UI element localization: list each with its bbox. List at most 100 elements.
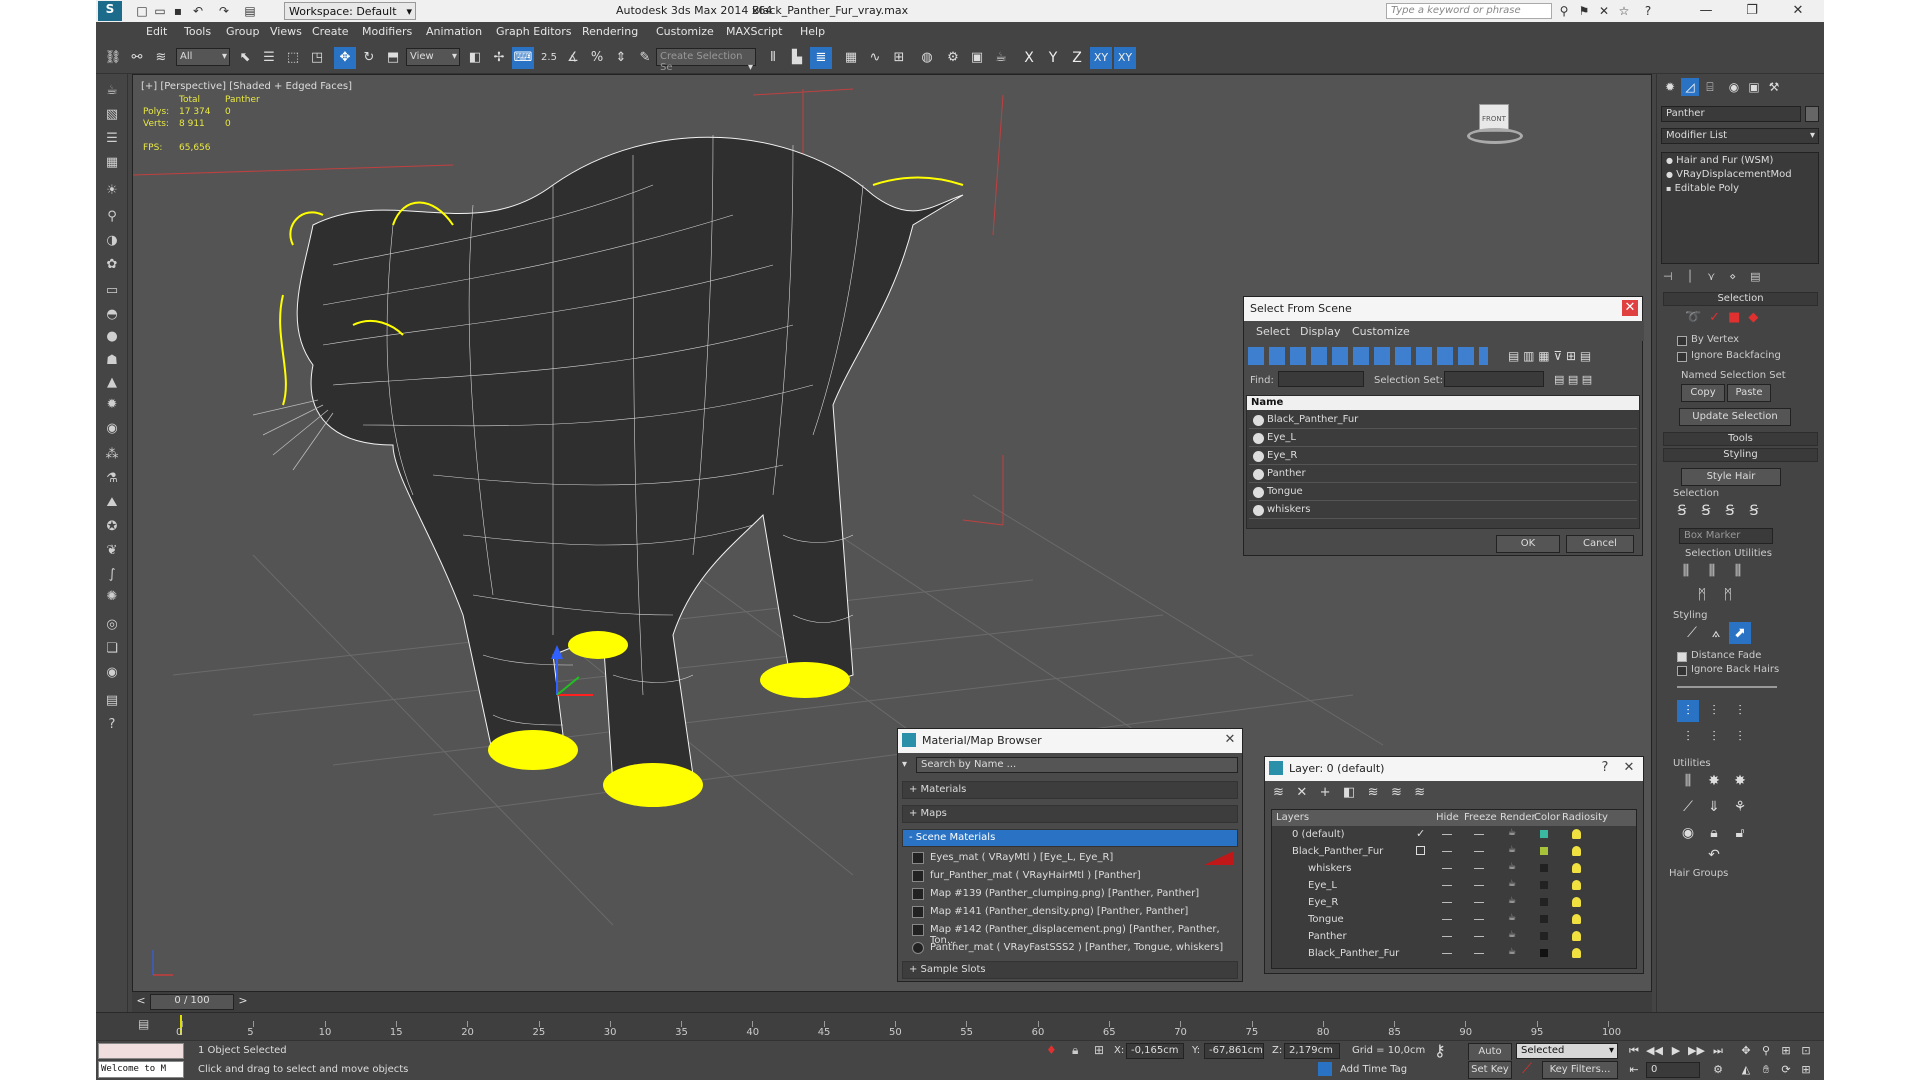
unlock-icon[interactable]: 🔓︎ (1729, 822, 1751, 844)
z-coordinate-field[interactable]: 2,179cm (1284, 1043, 1340, 1059)
layer-row[interactable]: Eye_L ☕ (1272, 877, 1636, 894)
layer-row[interactable]: Black_Panther_Fur ☕ (1272, 945, 1636, 962)
show-hidden-icon[interactable]: ᛗ (1717, 584, 1739, 606)
help-icon[interactable]: ? (1640, 3, 1656, 19)
help-search-input[interactable]: Type a keyword or phrase (1386, 3, 1552, 19)
list-item[interactable]: Eye_L (1249, 430, 1637, 447)
list-item[interactable]: Eyes_mat ( VRayMtl ) [Eye_L, Eye_R] (912, 849, 1234, 867)
display-tab-icon[interactable]: ▣ (1745, 78, 1763, 96)
stack-item[interactable]: ● Hair and Fur (WSM) (1666, 155, 1773, 166)
pop-zero-icon[interactable]: ✸ (1729, 770, 1751, 792)
selection-set-tools[interactable]: ▤ ▤ ▤ (1554, 373, 1592, 386)
layer-row[interactable]: Tongue ☕ (1272, 911, 1636, 928)
render-icon[interactable]: ☕ (1508, 828, 1516, 838)
layer-row[interactable]: Eye_R ☕ (1272, 894, 1636, 911)
curve-icon[interactable]: ∫ (100, 564, 124, 586)
selection-rollout[interactable]: Selection (1663, 292, 1818, 306)
project-folder-icon[interactable]: ▤ (242, 3, 258, 19)
select-hair-icon[interactable]: Ꞩ (1695, 500, 1717, 522)
render-teapot-icon[interactable]: ☕ (990, 47, 1012, 69)
hide-selected-icon[interactable]: ᛗ (1691, 584, 1713, 606)
dynamics-icon[interactable]: ⚗ (100, 468, 124, 490)
zoom-all-icon[interactable]: ⊞ (1778, 1043, 1794, 1059)
radiosity-icon[interactable] (1572, 931, 1581, 941)
radiosity-icon[interactable] (1572, 863, 1581, 873)
cone-icon[interactable]: ▲ (100, 372, 124, 394)
col-freeze[interactable]: Freeze (1464, 812, 1497, 823)
section-scene-materials[interactable]: - Scene Materials (902, 829, 1238, 847)
menu-rendering[interactable]: Rendering (582, 25, 638, 38)
object-color-swatch[interactable] (1805, 106, 1819, 122)
select-scale-icon[interactable]: ⬒ (382, 47, 404, 69)
list-item[interactable]: Map #139 (Panther_clumping.png) [Panther… (912, 885, 1234, 903)
prev-frame-icon[interactable]: < (134, 994, 148, 1010)
select-manipulate-icon[interactable]: ✢ (488, 47, 510, 69)
align-icon[interactable]: ▙ (786, 47, 808, 69)
light-icon[interactable]: ☀ (100, 180, 124, 202)
zoom-icon[interactable]: ⚲ (1758, 1043, 1774, 1059)
active-checkbox[interactable] (1416, 846, 1425, 855)
set-key-icon[interactable]: ⟋ (1516, 1061, 1538, 1079)
axis-y-button[interactable]: Y (1042, 47, 1064, 69)
key-filters-button[interactable]: Key Filters... (1542, 1061, 1618, 1079)
viewport-label[interactable]: [+] [Perspective] [Shaded + Edged Faces] (141, 81, 352, 92)
select-in-layer-icon[interactable]: ◧ (1343, 785, 1355, 800)
style-hair-button[interactable]: Style Hair (1681, 468, 1781, 486)
hierarchy-tab-icon[interactable]: ⌸ (1701, 78, 1719, 96)
x-coordinate-field[interactable]: -0,165cm (1126, 1043, 1184, 1059)
timeline[interactable]: ▤ 0 5 10 15 20 25 30 35 40 45 50 55 60 65 70 75 80 85 90 95… (96, 1012, 1824, 1040)
sphere-render-icon[interactable]: ◎ (100, 614, 124, 636)
field-of-view-icon[interactable]: ◭ (1738, 1062, 1754, 1078)
axis-x-button[interactable]: X (1018, 47, 1040, 69)
restore-icon[interactable]: ❐ (1732, 0, 1772, 22)
styling-rollout[interactable]: Styling (1663, 448, 1818, 462)
add-time-tag[interactable]: Add Time Tag (1340, 1064, 1407, 1075)
auto-key-button[interactable]: Auto Key (1468, 1043, 1512, 1073)
layer-color[interactable] (1540, 949, 1548, 957)
y-coordinate-field[interactable]: -67,861cm (1204, 1043, 1264, 1059)
curve-editor-icon[interactable]: ∿ (864, 47, 886, 69)
subobject-icons[interactable]: ➰✓■◆ (1685, 310, 1766, 325)
skin-icon[interactable]: ✺ (100, 586, 124, 608)
menu-help[interactable]: Help (800, 25, 825, 38)
menu-display[interactable]: Display (1300, 325, 1341, 338)
menu-select[interactable]: Select (1256, 325, 1290, 338)
schematic-view-icon[interactable]: ⊞ (888, 47, 910, 69)
spinner-snap-icon[interactable]: ⇕ (610, 47, 632, 69)
named-selection-sets-dropdown[interactable]: Create Selection Se ▾ (656, 48, 756, 73)
pan-icon[interactable]: ✋︎ (1758, 1062, 1774, 1078)
axis-xy-cycle-button[interactable]: XY (1114, 47, 1136, 69)
menu-group[interactable]: Group (226, 25, 260, 38)
highlight-layer-icon[interactable]: ≋ (1368, 785, 1379, 800)
list-item[interactable]: Eye_R (1249, 448, 1637, 465)
viewcube-ring[interactable] (1467, 128, 1523, 144)
ok-button[interactable]: OK (1496, 535, 1560, 553)
menu-modifiers[interactable]: Modifiers (362, 25, 412, 38)
pivot-center-icon[interactable]: ◧ (464, 47, 486, 69)
reference-coord-dropdown[interactable]: View ▾ (406, 48, 460, 66)
render-setup-icon[interactable]: ⚙ (942, 47, 964, 69)
column-name[interactable]: Name (1247, 396, 1639, 410)
layer-color[interactable] (1540, 864, 1548, 872)
teapot-shape-icon[interactable]: ☗ (100, 350, 124, 372)
binoculars-icon[interactable]: ⚲ (1556, 3, 1572, 19)
select-hair-icon[interactable]: Ꞩ (1671, 500, 1693, 522)
ignore-backfacing-checkbox[interactable] (1677, 352, 1687, 362)
create-layer-icon[interactable]: ≋ (1273, 785, 1284, 800)
time-tag-icon[interactable] (1318, 1062, 1332, 1076)
select-by-name-icon[interactable]: ☰ (258, 47, 280, 69)
minimize-icon[interactable]: — (1686, 0, 1726, 22)
grid-icon[interactable]: ▦ (100, 152, 124, 174)
workspace-dropdown[interactable]: Workspace: Default ▾ (284, 2, 416, 20)
maxscript-listener[interactable]: Welcome to M (98, 1061, 184, 1078)
mirror-icon[interactable]: ⫴ (762, 47, 784, 69)
time-slider-thumb[interactable]: 0 / 100 (150, 994, 234, 1010)
blue-ball-icon[interactable]: ◉ (100, 662, 124, 684)
key-mode-icon[interactable]: ⇤ (1626, 1062, 1642, 1078)
menu-animation[interactable]: Animation (426, 25, 482, 38)
grow-selection-icon[interactable]: ⫼ (1675, 560, 1697, 582)
menu-graph-editors[interactable]: Graph Editors (496, 25, 572, 38)
question-icon[interactable]: ? (100, 714, 124, 736)
layer-color[interactable] (1540, 898, 1548, 906)
zoom-extents-icon[interactable]: ✥ (1738, 1043, 1754, 1059)
